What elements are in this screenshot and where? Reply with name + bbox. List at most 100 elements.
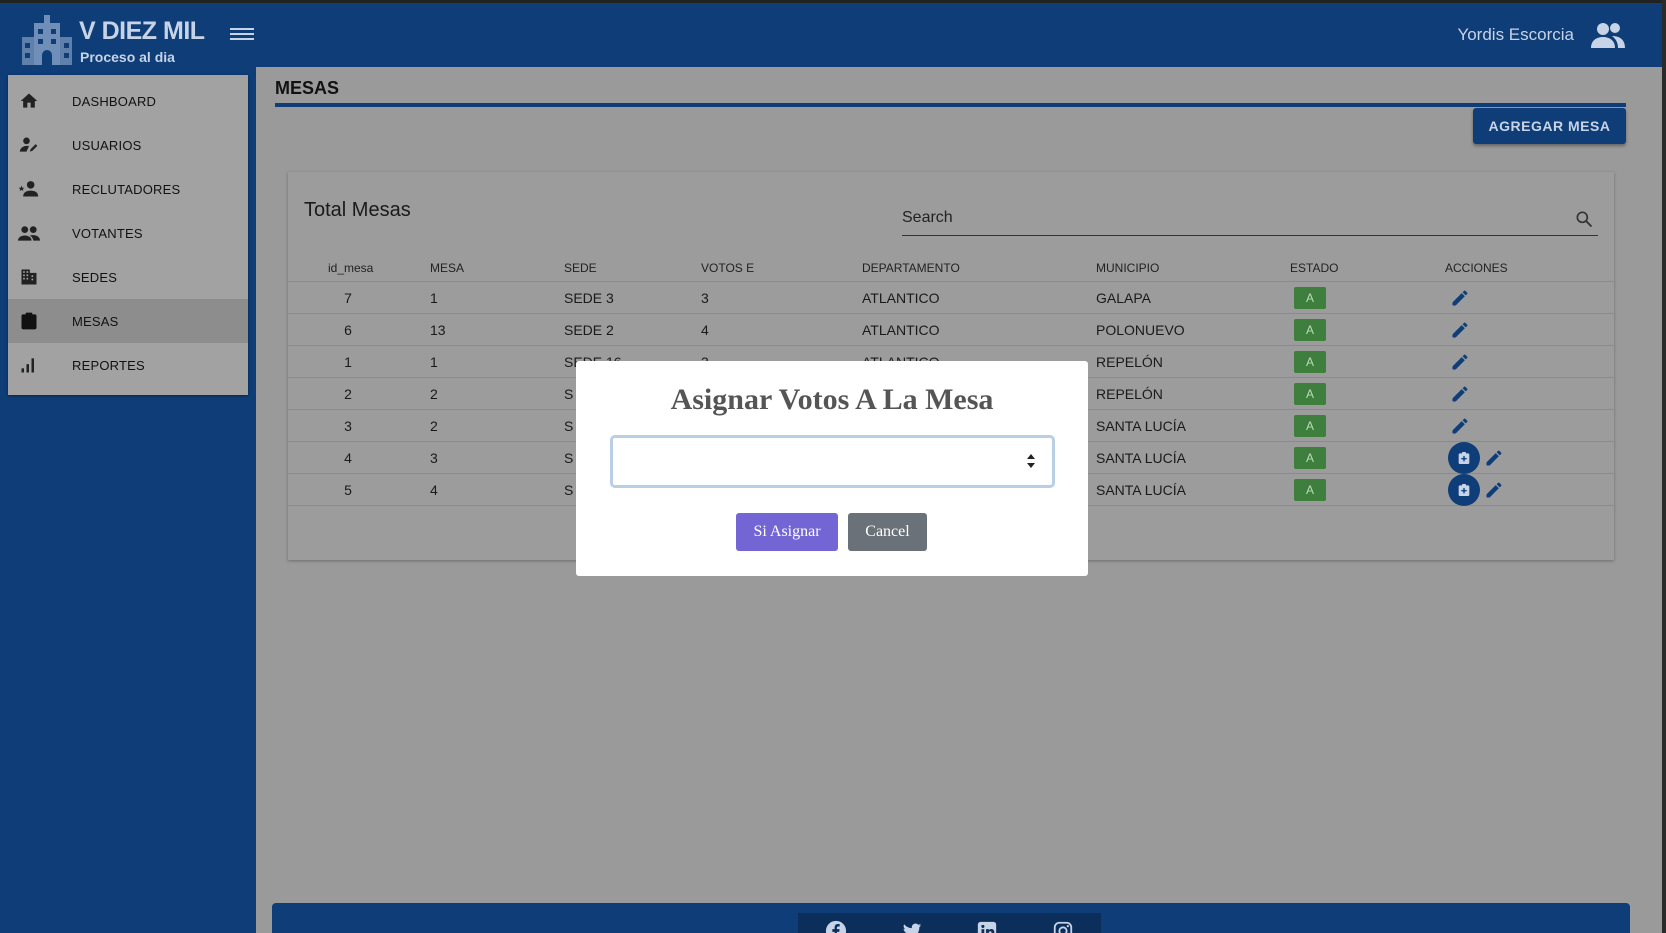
cell-municipio: SANTA LUCÍA xyxy=(1096,418,1186,434)
status-badge: A xyxy=(1294,415,1326,437)
sidebar-item-label: REPORTES xyxy=(72,357,145,373)
brand-tagline: Proceso al dia xyxy=(80,49,175,65)
cell-mesa: 3 xyxy=(430,450,438,466)
linkedin-icon[interactable] xyxy=(976,920,998,933)
edit-icon[interactable] xyxy=(1450,384,1470,404)
cell-mesa: 2 xyxy=(430,418,438,434)
edit-icon[interactable] xyxy=(1450,320,1470,340)
bar-chart-icon xyxy=(18,354,40,376)
column-header-departamento[interactable]: DEPARTAMENTO xyxy=(862,261,960,275)
cell-municipio: SANTA LUCÍA xyxy=(1096,450,1186,466)
sidebar-item-label: RECLUTADORES xyxy=(72,181,181,197)
sidebar-menu: DASHBOARD USUARIOS RECLUTADORES VOTANTES… xyxy=(8,75,248,395)
sidebar-item-reclutadores[interactable]: RECLUTADORES xyxy=(8,167,248,211)
column-header-mesa[interactable]: MESA xyxy=(430,261,464,275)
cell-sede: SEDE 3 xyxy=(564,290,614,306)
sidebar-item-label: DASHBOARD xyxy=(72,93,157,109)
twitter-icon[interactable] xyxy=(901,920,923,933)
cell-departamento: ATLANTICO xyxy=(862,322,940,338)
edit-icon[interactable] xyxy=(1484,480,1504,500)
column-header-municipio[interactable]: MUNICIPIO xyxy=(1096,261,1159,275)
cell-municipio: REPELÓN xyxy=(1096,386,1163,402)
table-row: 7 1 SEDE 3 3 ATLANTICO GALAPA A xyxy=(288,282,1614,314)
hamburger-menu-icon[interactable] xyxy=(230,25,254,47)
people-icon xyxy=(18,222,40,244)
cell-municipio: GALAPA xyxy=(1096,290,1151,306)
sidebar-item-reportes[interactable]: REPORTES xyxy=(8,343,248,387)
sidebar-item-label: VOTANTES xyxy=(72,225,143,241)
user-star-icon xyxy=(18,178,40,200)
search-icon[interactable] xyxy=(1574,209,1594,229)
cell-mesa: 2 xyxy=(430,386,438,402)
cell-sede: S xyxy=(564,450,574,466)
table-header: id_mesa MESA SEDE VOTOS E DEPARTAMENTO M… xyxy=(288,254,1614,282)
search-field xyxy=(902,202,1598,236)
edit-icon[interactable] xyxy=(1450,288,1470,308)
top-bar: V DIEZ MIL Proceso al dia Yordis Escorci… xyxy=(0,0,1666,67)
column-header-id[interactable]: id_mesa xyxy=(328,261,373,275)
user-name[interactable]: Yordis Escorcia xyxy=(1457,25,1574,45)
cell-sede: SEDE 2 xyxy=(564,322,614,338)
cell-sede: S xyxy=(564,418,574,434)
column-header-votos[interactable]: VOTOS E xyxy=(701,261,754,275)
add-mesa-button[interactable]: AGREGAR MESA xyxy=(1473,108,1626,144)
votes-input[interactable] xyxy=(613,438,1013,485)
cell-votos: 4 xyxy=(701,322,709,338)
column-header-sede[interactable]: SEDE xyxy=(564,261,597,275)
cell-departamento: ATLANTICO xyxy=(862,290,940,306)
dialog-title: Asignar Votos A La Mesa xyxy=(670,383,994,416)
cell-votos: 3 xyxy=(701,290,709,306)
instagram-icon[interactable] xyxy=(1052,920,1074,933)
votes-number-field xyxy=(610,435,1055,488)
window-edge xyxy=(1662,0,1666,933)
edit-icon[interactable] xyxy=(1450,352,1470,372)
cancel-button[interactable]: Cancel xyxy=(848,513,927,551)
ballot-box-icon xyxy=(1458,484,1470,496)
edit-icon[interactable] xyxy=(1450,416,1470,436)
status-badge: A xyxy=(1294,319,1326,341)
status-badge: A xyxy=(1294,479,1326,501)
cell-id: 2 xyxy=(344,386,352,402)
facebook-icon[interactable] xyxy=(825,920,847,933)
cell-municipio: SANTA LUCÍA xyxy=(1096,482,1186,498)
social-links xyxy=(798,913,1101,933)
cell-id: 3 xyxy=(344,418,352,434)
brand-name: V DIEZ MIL xyxy=(79,17,205,45)
card-title: Total Mesas xyxy=(304,199,411,221)
edit-icon[interactable] xyxy=(1484,448,1504,468)
cell-sede: S xyxy=(564,482,574,498)
users-icon[interactable] xyxy=(1590,20,1626,50)
building-icon xyxy=(18,266,40,288)
cell-id: 1 xyxy=(344,354,352,370)
status-badge: A xyxy=(1294,351,1326,373)
sidebar-item-sedes[interactable]: SEDES xyxy=(8,255,248,299)
cell-sede: S xyxy=(564,386,574,402)
sidebar-item-dashboard[interactable]: DASHBOARD xyxy=(8,79,248,123)
assign-votes-button[interactable] xyxy=(1448,474,1480,506)
cell-municipio: POLONUEVO xyxy=(1096,322,1185,338)
cell-id: 7 xyxy=(344,290,352,306)
status-badge: A xyxy=(1294,447,1326,469)
clipboard-icon xyxy=(18,310,40,332)
cell-id: 6 xyxy=(344,322,352,338)
assign-votes-dialog: Asignar Votos A La Mesa Si Asignar Cance… xyxy=(576,361,1088,576)
sidebar-item-mesas[interactable]: MESAS xyxy=(8,299,248,343)
building-logo-icon xyxy=(22,15,72,65)
cell-mesa: 4 xyxy=(430,482,438,498)
status-badge: A xyxy=(1294,287,1326,309)
footer xyxy=(272,903,1630,933)
confirm-assign-button[interactable]: Si Asignar xyxy=(736,513,838,551)
cell-id: 4 xyxy=(344,450,352,466)
search-input[interactable] xyxy=(902,202,1562,234)
status-badge: A xyxy=(1294,383,1326,405)
sidebar-item-usuarios[interactable]: USUARIOS xyxy=(8,123,248,167)
column-header-estado[interactable]: ESTADO xyxy=(1290,261,1338,275)
sidebar-item-votantes[interactable]: VOTANTES xyxy=(8,211,248,255)
title-divider xyxy=(275,103,1626,107)
assign-votes-button[interactable] xyxy=(1448,442,1480,474)
sidebar-item-label: USUARIOS xyxy=(72,137,142,153)
number-spinner-icon[interactable] xyxy=(1026,452,1036,470)
user-edit-icon xyxy=(18,134,40,156)
cell-mesa: 13 xyxy=(430,322,446,338)
sidebar-item-label: SEDES xyxy=(72,269,118,285)
